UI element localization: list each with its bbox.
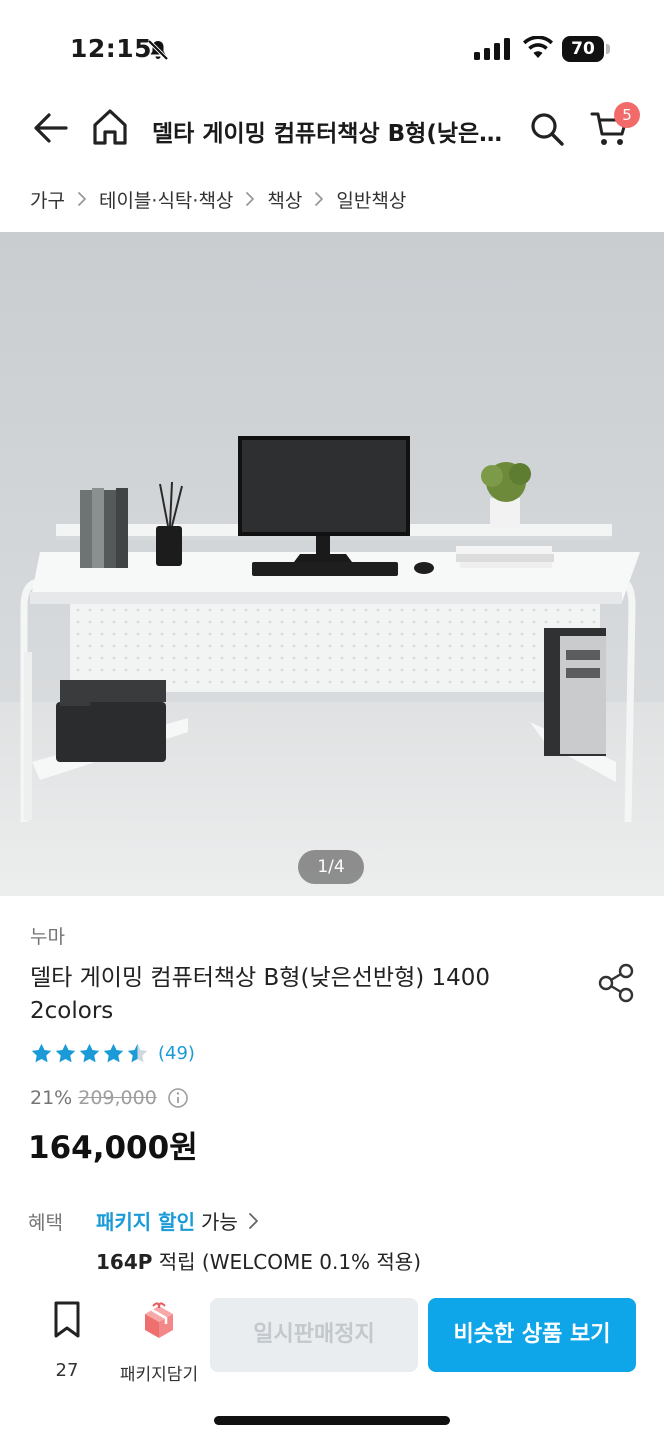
image-counter: 1/4 xyxy=(298,850,364,884)
top-navigation: 델타 게이밍 컴퓨터책상 B형(낮은선반형) 1400 2colors xyxy=(0,96,664,162)
battery-nub xyxy=(606,44,610,54)
chevron-right-icon xyxy=(78,192,86,206)
gift-box-icon xyxy=(145,1302,173,1338)
package-discount-link[interactable]: 패키지 할인 xyxy=(96,1206,195,1235)
header-title: 델타 게이밍 컴퓨터책상 B형(낮은선반형) 1400 2colors xyxy=(152,121,512,147)
original-price: 209,000 xyxy=(78,1087,157,1109)
rating-row[interactable]: (49) xyxy=(30,1040,195,1066)
breadcrumb-item[interactable]: 가구 xyxy=(30,186,65,213)
review-count[interactable]: (49) xyxy=(158,1043,195,1064)
book-stack xyxy=(81,494,129,566)
back-arrow-icon[interactable] xyxy=(30,108,72,148)
star-rating xyxy=(30,1042,150,1065)
chevron-right-icon xyxy=(315,192,324,206)
battery-indicator: 70 xyxy=(562,36,610,62)
breadcrumb-item[interactable]: 책상 xyxy=(267,186,302,213)
package-discount-suffix: 가능 xyxy=(200,1210,238,1234)
cellular-signal-icon xyxy=(474,38,510,60)
benefit-label: 혜택 xyxy=(28,1212,63,1234)
breadcrumb-item[interactable]: 테이블·식탁·책상 xyxy=(99,186,233,213)
wifi-icon xyxy=(523,36,553,58)
chevron-right-icon xyxy=(246,192,255,206)
status-bar: 12:15 70 xyxy=(0,0,664,96)
add-package-button[interactable]: 패키지담기 xyxy=(114,1298,204,1385)
status-time: 12:15 xyxy=(70,34,153,63)
bell-muted-icon xyxy=(147,39,169,61)
breadcrumb: 가구 테이블·식탁·책상 책상 일반책상 xyxy=(30,184,406,214)
bookmark-icon xyxy=(54,1301,80,1338)
product-image-gallery[interactable] xyxy=(0,232,664,896)
package-label: 패키지담기 xyxy=(119,1365,199,1385)
info-icon[interactable] xyxy=(167,1087,189,1109)
star-icon xyxy=(55,1043,76,1062)
battery-level: 70 xyxy=(562,36,604,62)
search-icon[interactable] xyxy=(528,110,566,148)
star-icon xyxy=(103,1043,124,1062)
cart-count-badge: 5 xyxy=(614,102,640,128)
sale-price: 164,000원 xyxy=(28,1130,198,1166)
bookmark-count: 27 xyxy=(55,1360,79,1381)
home-icon[interactable] xyxy=(90,106,130,148)
discount-row: 21% 209,000 xyxy=(30,1084,189,1112)
discount-rate: 21% xyxy=(30,1087,73,1109)
share-icon[interactable] xyxy=(596,962,638,1004)
brand-name[interactable]: 누마 xyxy=(30,922,65,949)
star-half-icon xyxy=(127,1043,148,1062)
bookmark-button[interactable]: 27 xyxy=(36,1298,98,1381)
product-title: 델타 게이밍 컴퓨터책상 B형(낮은선반형) 1400 2colors xyxy=(30,965,491,1024)
temporarily-sold-out-button[interactable]: 일시판매정지 xyxy=(210,1298,418,1372)
breadcrumb-item[interactable]: 일반책상 xyxy=(336,186,406,213)
home-indicator[interactable] xyxy=(214,1416,450,1425)
similar-products-button[interactable]: 비슷한 상품 보기 xyxy=(428,1298,636,1372)
star-icon xyxy=(79,1043,100,1062)
star-icon xyxy=(31,1043,52,1062)
package-discount-row[interactable]: 패키지 할인 가능 xyxy=(96,1206,262,1235)
chevron-right-icon xyxy=(248,1212,258,1229)
